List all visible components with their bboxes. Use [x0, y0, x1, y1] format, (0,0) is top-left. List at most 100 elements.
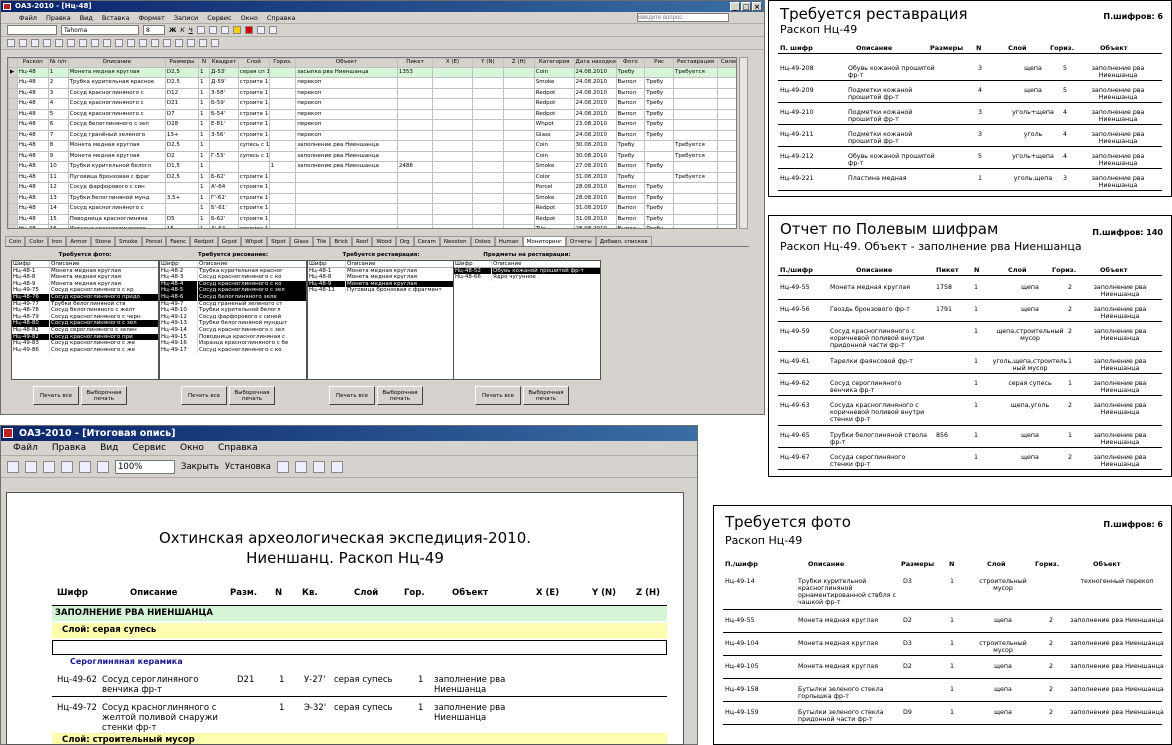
table-cell[interactable]	[396, 182, 434, 194]
table-cell[interactable]	[502, 213, 535, 225]
table-row[interactable]: Нц-48 6 Сосуд белоглиняного с зел D28 1 Е-81'…	[8, 119, 736, 131]
table-cell[interactable]: Нц-48	[16, 140, 49, 152]
table-cell[interactable]: 3	[47, 87, 69, 99]
tab-23[interactable]: Отчеты	[566, 236, 596, 246]
table-cell[interactable]: 8	[47, 140, 69, 152]
table-cell[interactable]	[268, 192, 297, 204]
list-item[interactable]: Нц-48-79 Сосуд красноглиняного с черн	[12, 313, 158, 321]
list-item[interactable]: Нц-48-9 Монета медная круглая	[308, 280, 454, 288]
table-cell[interactable]: Сосуд красноглиняного с	[67, 203, 166, 215]
table-cell[interactable]: 5	[47, 108, 69, 120]
table-cell[interactable]: Выпол	[615, 224, 646, 228]
new-record-icon[interactable]	[175, 39, 183, 47]
table-cell[interactable]: Redpot	[533, 87, 575, 99]
tab-3[interactable]: Armor	[66, 236, 92, 246]
table-cell[interactable]: серая сп 1	[237, 66, 270, 78]
table-cell[interactable]: Монета медная круглая	[67, 66, 166, 78]
table-cell[interactable]: заполнение рва Ниеншанца	[295, 140, 398, 152]
minimize-button[interactable]: _	[730, 2, 740, 11]
table-cell[interactable]: 6	[47, 119, 69, 131]
table-cell[interactable]	[396, 203, 434, 215]
table-cell[interactable]: 1	[197, 77, 211, 89]
menu-records[interactable]: Записи	[174, 12, 198, 23]
table-cell[interactable]: Выпол	[615, 87, 646, 99]
list-item[interactable]: Нц-48-1 Монета медная круглая	[12, 267, 158, 275]
table-cell[interactable]: 1	[197, 108, 211, 120]
table-cell[interactable]: Требу	[644, 161, 674, 173]
table-cell[interactable]	[672, 182, 719, 194]
print-all-button[interactable]: Печать все	[181, 386, 227, 405]
table-cell[interactable]: Требу	[644, 192, 674, 204]
table-cell[interactable]: Требу	[615, 66, 646, 78]
selective-print-button[interactable]: Выборочная печать	[229, 386, 275, 405]
tab-13[interactable]: Tile	[312, 236, 331, 246]
table-cell[interactable]: 31.08.2010	[573, 203, 617, 215]
selective-print-button[interactable]: Выборочная печать	[81, 386, 127, 405]
bold-button[interactable]: Ж	[169, 27, 176, 34]
table-cell[interactable]	[471, 150, 504, 162]
table-cell[interactable]: перекоп	[295, 77, 398, 89]
table-cell[interactable]: 28.08.2010	[573, 224, 617, 228]
tab-2[interactable]: Iron	[47, 236, 67, 246]
list-item[interactable]: Нц-48-4 Сосуд красноглиняного с ко	[160, 280, 306, 288]
table-cell[interactable]: строите 1	[237, 182, 270, 194]
table-cell[interactable]: D28	[164, 119, 199, 131]
table-cell[interactable]: 9	[47, 150, 69, 162]
selective-print-button[interactable]: Выборочная печать	[377, 386, 423, 405]
delete-record-icon[interactable]	[187, 39, 195, 47]
menu-help[interactable]: Справка	[267, 12, 296, 23]
table-cell[interactable]: D12	[164, 87, 199, 99]
table-cell[interactable]	[396, 192, 434, 204]
close-preview-button[interactable]: Закрыть	[181, 462, 219, 472]
search-icon[interactable]	[31, 39, 39, 47]
table-cell[interactable]	[396, 77, 434, 89]
tab-7[interactable]: Faenc	[166, 236, 191, 246]
table-cell[interactable]	[432, 140, 473, 152]
table-cell[interactable]: строите 1	[237, 87, 270, 99]
table-cell[interactable]: Г-53'	[209, 150, 239, 162]
table-cell[interactable]	[502, 161, 535, 173]
table-cell[interactable]	[502, 108, 535, 120]
tab-24[interactable]: Добавл. списков	[595, 236, 652, 246]
menu-tools[interactable]: Сервис	[132, 441, 166, 455]
table-cell[interactable]: Нц-48	[16, 192, 49, 204]
table-cell[interactable]	[502, 192, 535, 204]
table-cell[interactable]: Нц-48	[16, 108, 49, 120]
row-selector[interactable]	[8, 171, 18, 183]
table-cell[interactable]	[672, 161, 719, 173]
tab-1[interactable]: Color	[25, 236, 48, 246]
table-cell[interactable]: Требу	[644, 129, 674, 141]
table-cell[interactable]: 1	[197, 87, 211, 99]
table-cell[interactable]: Redpot	[533, 108, 575, 120]
table-cell[interactable]: строите 1	[237, 171, 270, 183]
menu-file[interactable]: Файл	[13, 441, 38, 455]
list-item[interactable]: Нц-48-66 Ядро чугунное	[454, 274, 600, 281]
list-item[interactable]: Нц-48-8 Монета медная круглая	[12, 274, 158, 281]
table-cell[interactable]	[672, 77, 719, 89]
menu-edit[interactable]: Правка	[46, 12, 71, 23]
menu-view[interactable]: Вид	[100, 441, 118, 455]
help-icon[interactable]	[331, 460, 343, 473]
line-color-icon[interactable]	[256, 26, 265, 34]
table-cell[interactable]: Выпол	[615, 98, 646, 110]
table-cell[interactable]: Color	[533, 171, 575, 183]
table-cell[interactable]: Выпол	[615, 129, 646, 141]
table-cell[interactable]	[672, 192, 719, 204]
table-cell[interactable]	[432, 98, 473, 110]
table-cell[interactable]	[717, 77, 736, 89]
table-cell[interactable]	[396, 129, 434, 141]
table-cell[interactable]: перекоп	[295, 98, 398, 110]
undo-icon[interactable]	[115, 39, 123, 47]
table-cell[interactable]: Трубки курительной белогл	[67, 161, 166, 173]
table-cell[interactable]: Сосуд белоглиняного с зел	[67, 119, 166, 131]
table-cell[interactable]: Smoke	[533, 161, 575, 173]
table-cell[interactable]: Требу	[644, 224, 674, 228]
panel-list[interactable]: Шифр Описание Нц-48-1 Монета медная круглая…	[307, 260, 455, 380]
table-cell[interactable]	[268, 98, 297, 110]
table-cell[interactable]	[268, 224, 297, 228]
table-cell[interactable]: Нц-48	[16, 213, 49, 225]
table-cell[interactable]: 1353	[396, 66, 434, 78]
table-cell[interactable]	[502, 140, 535, 152]
list-item[interactable]: Нц-49-83 Сосуд красноглиняного с же	[12, 340, 158, 347]
table-cell[interactable]	[268, 171, 297, 183]
